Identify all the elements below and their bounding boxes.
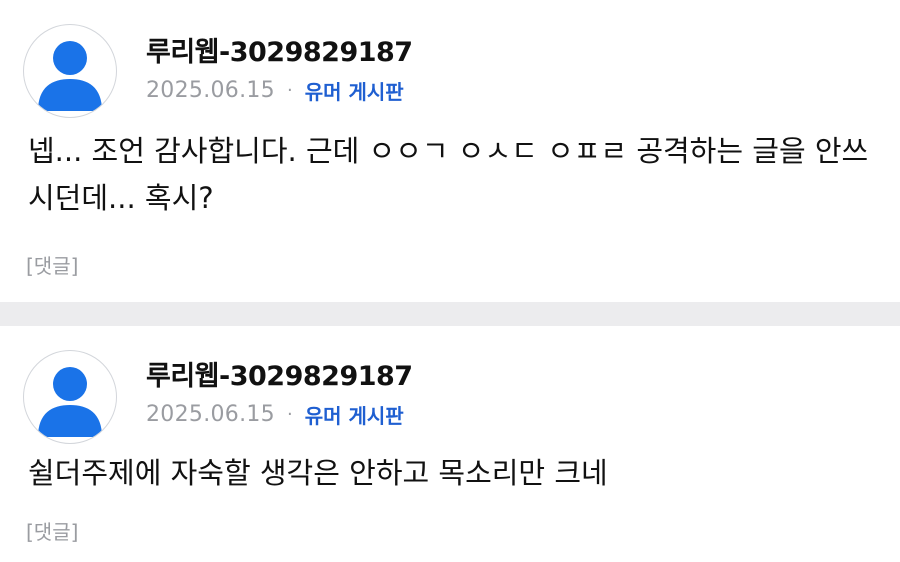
avatar[interactable] <box>23 350 117 444</box>
comment-meta: 2025.06.15 · 유머 게시판 <box>146 76 404 105</box>
meta-separator: · <box>286 404 293 425</box>
comment-body: 쉴더주제에 자숙할 생각은 안하고 목소리만 크네 <box>28 456 608 490</box>
comment-body: 넵... 조언 감사합니다. 근데 ㅇㅇㄱ ㅇㅅㄷ ㅇㅍㄹ 공격하는 글을 안쓰… <box>28 134 869 215</box>
reply-button[interactable]: [댓글] <box>26 250 78 279</box>
comment-item: 루리웹-3029829187 2025.06.15 · 유머 게시판 쉴더주제에… <box>0 326 900 562</box>
author-name[interactable]: 루리웹-3029829187 <box>146 354 413 393</box>
comment-item: 루리웹-3029829187 2025.06.15 · 유머 게시판 넵... … <box>0 0 900 302</box>
board-link[interactable]: 유머 게시판 <box>305 400 404 429</box>
author-name[interactable]: 루리웹-3029829187 <box>146 30 413 69</box>
comment-date: 2025.06.15 <box>146 402 275 427</box>
board-link[interactable]: 유머 게시판 <box>305 76 404 105</box>
comment-divider <box>0 302 900 326</box>
meta-separator: · <box>286 80 293 101</box>
avatar[interactable] <box>23 24 117 118</box>
reply-button[interactable]: [댓글] <box>26 516 78 545</box>
comment-date: 2025.06.15 <box>146 78 275 103</box>
user-silhouette-icon <box>38 41 102 111</box>
comment-feed: 루리웹-3029829187 2025.06.15 · 유머 게시판 넵... … <box>0 0 900 562</box>
comment-meta: 2025.06.15 · 유머 게시판 <box>146 400 404 429</box>
user-silhouette-icon <box>38 367 102 437</box>
